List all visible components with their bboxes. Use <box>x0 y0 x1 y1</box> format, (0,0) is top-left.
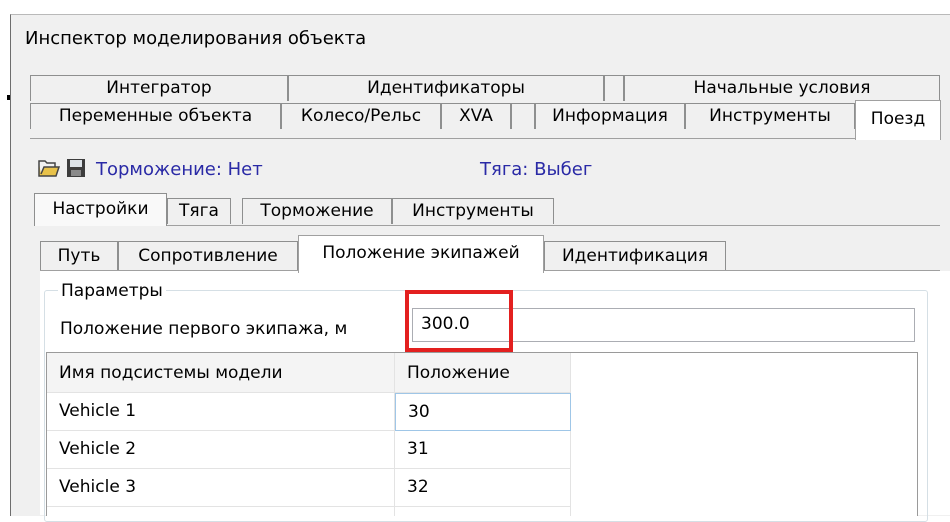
open-folder-icon[interactable] <box>38 158 61 183</box>
table-row-position[interactable]: 32 <box>395 469 571 507</box>
traction-status: Тяга: Выбег <box>480 159 593 180</box>
tab-integrator[interactable]: Интегратор <box>30 75 288 101</box>
innertab-identification[interactable]: Идентификация <box>544 241 726 271</box>
subtab-settings[interactable]: Настройки <box>34 193 167 226</box>
table-row-position[interactable]: 30 <box>395 393 571 431</box>
innertab-resistance[interactable]: Сопротивление <box>118 241 298 271</box>
save-icon[interactable] <box>66 158 86 183</box>
subtab-tools[interactable]: Инструменты <box>392 198 554 224</box>
braking-status: Торможение: Нет <box>96 159 263 180</box>
subtab-braking[interactable]: Торможение <box>242 198 392 224</box>
parameters-group-label: Параметры <box>58 280 166 302</box>
table-row-name[interactable]: Vehicle 3 <box>47 469 395 507</box>
table-row-name[interactable]: Vehicle 1 <box>47 393 395 431</box>
tab-tools[interactable]: Инструменты <box>685 103 855 129</box>
highlight-box <box>405 290 513 352</box>
subtab-panel-border <box>34 225 940 226</box>
window-title: Инспектор моделирования объекта <box>25 28 367 49</box>
table-row-name[interactable]: Vehicle 2 <box>47 431 395 469</box>
tab-gap-spacer-2 <box>511 103 535 129</box>
tab-gap-spacer <box>604 75 624 101</box>
tab-wheel-rail[interactable]: Колесо/Рельс <box>281 103 441 129</box>
tab-train[interactable]: Поезд <box>855 100 941 140</box>
table-row-position[interactable]: 31 <box>395 431 571 469</box>
tab-information[interactable]: Информация <box>535 103 685 129</box>
tab-object-variables[interactable]: Переменные объекта <box>30 103 281 129</box>
innertab-track[interactable]: Путь <box>40 241 118 271</box>
column-header-position[interactable]: Положение <box>395 353 571 393</box>
innertab-vehicle-positions[interactable]: Положение экипажей <box>298 235 544 273</box>
subtab-traction[interactable]: Тяга <box>167 198 231 224</box>
tab-panel-border <box>30 138 856 139</box>
tab-initial-conditions[interactable]: Начальные условия <box>624 75 940 101</box>
vehicle-positions-table: Имя подсистемы модели Положение Vehicle … <box>46 352 918 516</box>
tab-xva[interactable]: XVA <box>441 103 511 129</box>
cursor-mark <box>7 95 10 100</box>
tab-identifiers[interactable]: Идентификаторы <box>288 75 604 101</box>
first-vehicle-position-label: Положение первого экипажа, м <box>60 319 348 339</box>
column-header-name[interactable]: Имя подсистемы модели <box>47 353 395 393</box>
